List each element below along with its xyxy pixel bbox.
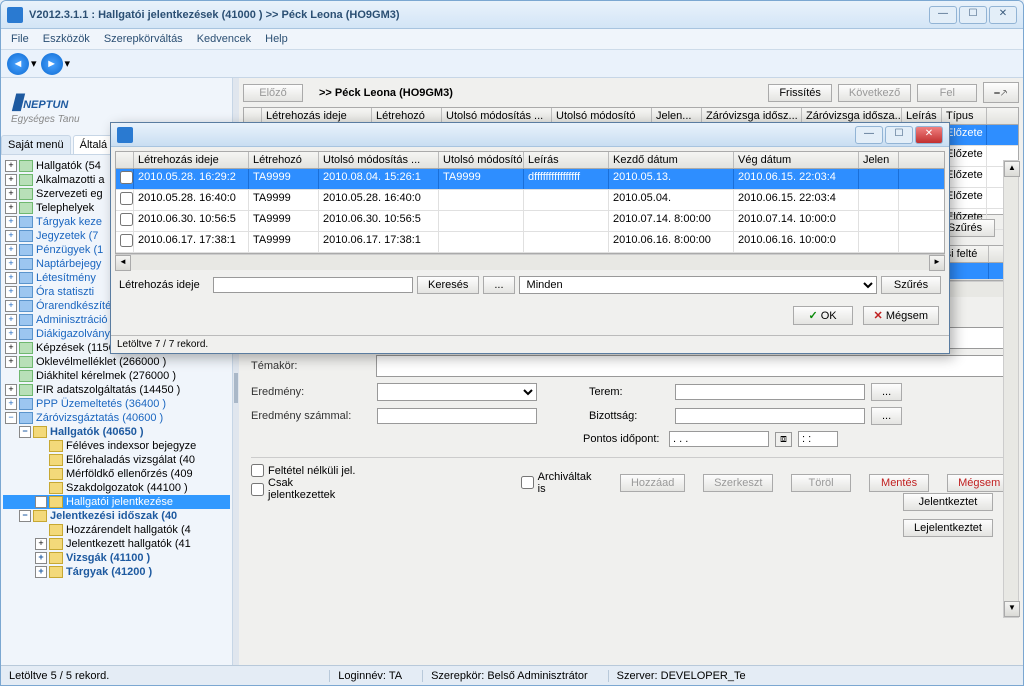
table-row[interactable]: 2010.05.28. 16:29:2TA99992010.08.04. 15:…	[116, 169, 944, 190]
nav-back-drop[interactable]: ▾	[31, 57, 37, 70]
main-title-bar: V2012.3.1.1 : Hallgatói jelentkezések (4…	[1, 1, 1023, 29]
tree-item[interactable]: Diákhitel kérelmek (276000 )	[3, 369, 230, 383]
menu-fav[interactable]: Kedvencek	[197, 33, 251, 45]
bizott-field[interactable]	[675, 408, 865, 424]
dialog-icon	[117, 127, 133, 143]
dialog-hscroll[interactable]: ◄►	[115, 254, 945, 270]
ered-label: Eredmény:	[251, 386, 371, 398]
status-records: Letöltve 5 / 5 rekord.	[9, 670, 109, 682]
logo-text: ▮NEPTUN	[11, 88, 222, 114]
menu-help[interactable]: Help	[265, 33, 288, 45]
pontos-date-field[interactable]	[669, 431, 769, 447]
dialog-minimize-button[interactable]: —	[855, 126, 883, 144]
search-button[interactable]: Keresés	[417, 276, 479, 294]
tab-general[interactable]: Általá	[73, 135, 115, 154]
table-row[interactable]: 2010.06.30. 10:56:5TA99992010.06.30. 10:…	[116, 211, 944, 232]
tree-item[interactable]: −Záróvizsgáztatás (40600 )	[3, 411, 230, 425]
dialog-ok-button[interactable]: OK	[793, 306, 853, 325]
bizott-browse-button[interactable]: ...	[871, 407, 902, 425]
search-label: Létrehozás ideje	[119, 279, 209, 291]
check-feltetel[interactable]	[251, 464, 264, 477]
ered-szam-field[interactable]	[377, 408, 537, 424]
right-scrollbar[interactable]: ▲▼	[1003, 160, 1019, 618]
save-button[interactable]: Mentés	[869, 474, 929, 492]
tree-item[interactable]: +Vizsgák (41100 )	[3, 551, 230, 565]
jelentkeztet-button[interactable]: Jelentkeztet	[903, 493, 993, 511]
bizott-label: Bizottság:	[589, 410, 669, 422]
dialog-filter-button[interactable]: Szűrés	[881, 276, 941, 294]
check-archivalt[interactable]	[521, 476, 534, 489]
dialog-title-bar[interactable]: — ☐ ✕	[111, 123, 949, 147]
dialog-maximize-button[interactable]: ☐	[885, 126, 913, 144]
tree-item[interactable]: Szakdolgozatok (44100 )	[3, 481, 230, 495]
dialog-filter-select[interactable]: Minden	[519, 276, 877, 294]
tree-item[interactable]: Féléves indexsor bejegyze	[3, 439, 230, 453]
up-button[interactable]: Fel	[917, 84, 977, 102]
pin-button[interactable]: ⎯⸕	[983, 82, 1019, 103]
refresh-button[interactable]: Frissítés	[768, 84, 832, 102]
menu-bar: File Eszközök Szerepkörváltás Kedvencek …	[1, 29, 1023, 50]
nav-fwd-button[interactable]: ►	[41, 53, 63, 75]
delete-button[interactable]: Töröl	[791, 474, 851, 492]
lejelentkeztet-button[interactable]: Lejelentkeztet	[903, 519, 993, 537]
status-role: Szerepkör: Belső Adminisztrátor	[422, 670, 588, 682]
maximize-button[interactable]: ☐	[959, 6, 987, 24]
next-button[interactable]: Következő	[838, 84, 911, 102]
status-server: Szerver: DEVELOPER_Te	[608, 670, 746, 682]
cancel-button[interactable]: Mégsem	[947, 474, 1011, 492]
close-button[interactable]: ✕	[989, 6, 1017, 24]
tree-item[interactable]: +Tárgyak (41200 )	[3, 565, 230, 579]
dialog-close-button[interactable]: ✕	[915, 126, 943, 144]
search-field[interactable]	[213, 277, 413, 293]
menu-role[interactable]: Szerepkörváltás	[104, 33, 183, 45]
tree-item[interactable]: Előrehaladás vizsgálat (40	[3, 453, 230, 467]
ered-szam-label: Eredmény számmal:	[251, 410, 371, 422]
pontos-date-picker-icon[interactable]: ⧈	[775, 432, 792, 447]
search-dots-button[interactable]: ...	[483, 276, 514, 294]
tree-item[interactable]: +Oklevélmelléklet (266000 )	[3, 355, 230, 369]
table-row[interactable]: 2010.06.17. 17:38:1TA99992010.06.17. 17:…	[116, 232, 944, 253]
tab-own-menu[interactable]: Saját menü	[1, 135, 71, 154]
dialog-cancel-button[interactable]: Mégsem	[863, 306, 939, 325]
app-icon	[7, 7, 23, 23]
tree-item[interactable]: +Jelentkezett hallgatók (41	[3, 537, 230, 551]
tree-item[interactable]: −Jelentkezési időszak (40	[3, 509, 230, 523]
pontos-time-field[interactable]	[798, 431, 838, 447]
tree-item[interactable]: −Hallgatók (40650 )	[3, 425, 230, 439]
tree-item[interactable]: +Hallgatói jelentkezése	[3, 495, 230, 509]
nav-fwd-drop[interactable]: ▾	[65, 57, 71, 70]
nav-toolbar: ◄ ▾ ► ▾	[1, 50, 1023, 78]
tree-item[interactable]: Mérföldkő ellenőrzés (409	[3, 467, 230, 481]
table-row[interactable]: 2010.05.28. 16:40:0TA99992010.05.28. 16:…	[116, 190, 944, 211]
prev-button[interactable]: Előző	[243, 84, 303, 102]
ered-select[interactable]	[377, 383, 537, 401]
tema-label: Témakör:	[251, 360, 370, 372]
status-login: Loginnév: TA	[329, 670, 402, 682]
minimize-button[interactable]: —	[929, 6, 957, 24]
dialog-grid[interactable]: Létrehozás idejeLétrehozóUtolsó módosítá…	[115, 151, 945, 254]
terem-label: Terem:	[589, 386, 669, 398]
nav-back-button[interactable]: ◄	[7, 53, 29, 75]
window-title: V2012.3.1.1 : Hallgatói jelentkezések (4…	[29, 9, 929, 21]
menu-tools[interactable]: Eszközök	[43, 33, 90, 45]
status-bar: Letöltve 5 / 5 rekord. Loginnév: TA Szer…	[1, 665, 1023, 685]
pontos-label: Pontos időpont:	[583, 433, 663, 445]
terem-field[interactable]	[675, 384, 865, 400]
tree-item[interactable]: Hozzárendelt hallgatók (4	[3, 523, 230, 537]
add-button[interactable]: Hozzáad	[620, 474, 685, 492]
edit-button[interactable]: Szerkeszt	[703, 474, 773, 492]
terem-browse-button[interactable]: ...	[871, 383, 902, 401]
search-dialog: — ☐ ✕ Létrehozás idejeLétrehozóUtolsó mó…	[110, 122, 950, 354]
tree-item[interactable]: +PPP Üzemeltetés (36400 )	[3, 397, 230, 411]
tema-field[interactable]	[376, 355, 1011, 377]
dialog-status: Letöltve 7 / 7 rekord.	[111, 335, 949, 353]
menu-file[interactable]: File	[11, 33, 29, 45]
tree-item[interactable]: +FIR adatszolgáltatás (14450 )	[3, 383, 230, 397]
check-csak[interactable]	[251, 483, 264, 496]
breadcrumb: >> Péck Leona (HO9GM3)	[319, 87, 453, 99]
